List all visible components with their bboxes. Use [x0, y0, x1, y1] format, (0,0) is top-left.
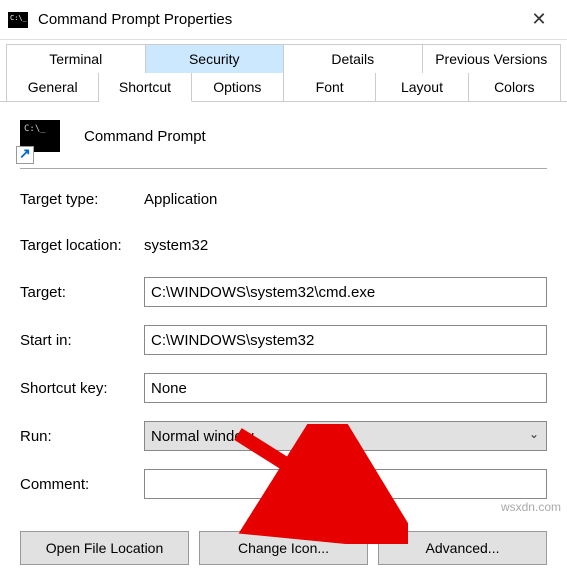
shortcut-key-label: Shortcut key:: [20, 380, 144, 397]
watermark: wsxdn.com: [501, 500, 561, 514]
target-label: Target:: [20, 284, 144, 301]
tab-strip: Terminal Security Details Previous Versi…: [0, 40, 567, 101]
target-location-value: system32: [144, 237, 208, 254]
tab-font[interactable]: Font: [284, 73, 376, 102]
tab-details[interactable]: Details: [284, 44, 423, 74]
run-select[interactable]: Normal window: [144, 421, 547, 451]
shortcut-overlay-icon: [16, 146, 34, 164]
change-icon-button[interactable]: Change Icon...: [199, 531, 368, 565]
tab-layout[interactable]: Layout: [376, 73, 468, 102]
shortcut-panel: Command Prompt Target type: Application …: [0, 101, 567, 583]
target-type-value: Application: [144, 191, 217, 208]
tab-general[interactable]: General: [6, 73, 99, 102]
app-name: Command Prompt: [84, 128, 206, 145]
tab-security[interactable]: Security: [146, 44, 285, 74]
open-file-location-button[interactable]: Open File Location: [20, 531, 189, 565]
tab-colors[interactable]: Colors: [469, 73, 561, 102]
tab-shortcut[interactable]: Shortcut: [99, 73, 191, 102]
app-icon: [20, 120, 60, 152]
advanced-button[interactable]: Advanced...: [378, 531, 547, 565]
target-type-label: Target type:: [20, 191, 144, 208]
tab-previous-versions[interactable]: Previous Versions: [423, 44, 562, 74]
comment-input[interactable]: [144, 469, 547, 499]
run-label: Run:: [20, 428, 144, 445]
target-location-label: Target location:: [20, 237, 144, 254]
close-icon[interactable]: ✕: [519, 9, 559, 30]
start-in-input[interactable]: [144, 325, 547, 355]
comment-label: Comment:: [20, 476, 144, 493]
target-input[interactable]: [144, 277, 547, 307]
window-title: Command Prompt Properties: [38, 11, 519, 28]
start-in-label: Start in:: [20, 332, 144, 349]
tab-options[interactable]: Options: [192, 73, 284, 102]
titlebar: Command Prompt Properties ✕: [0, 0, 567, 40]
tab-terminal[interactable]: Terminal: [6, 44, 146, 74]
cmd-icon: [8, 12, 28, 28]
shortcut-key-input[interactable]: [144, 373, 547, 403]
separator: [20, 168, 547, 169]
